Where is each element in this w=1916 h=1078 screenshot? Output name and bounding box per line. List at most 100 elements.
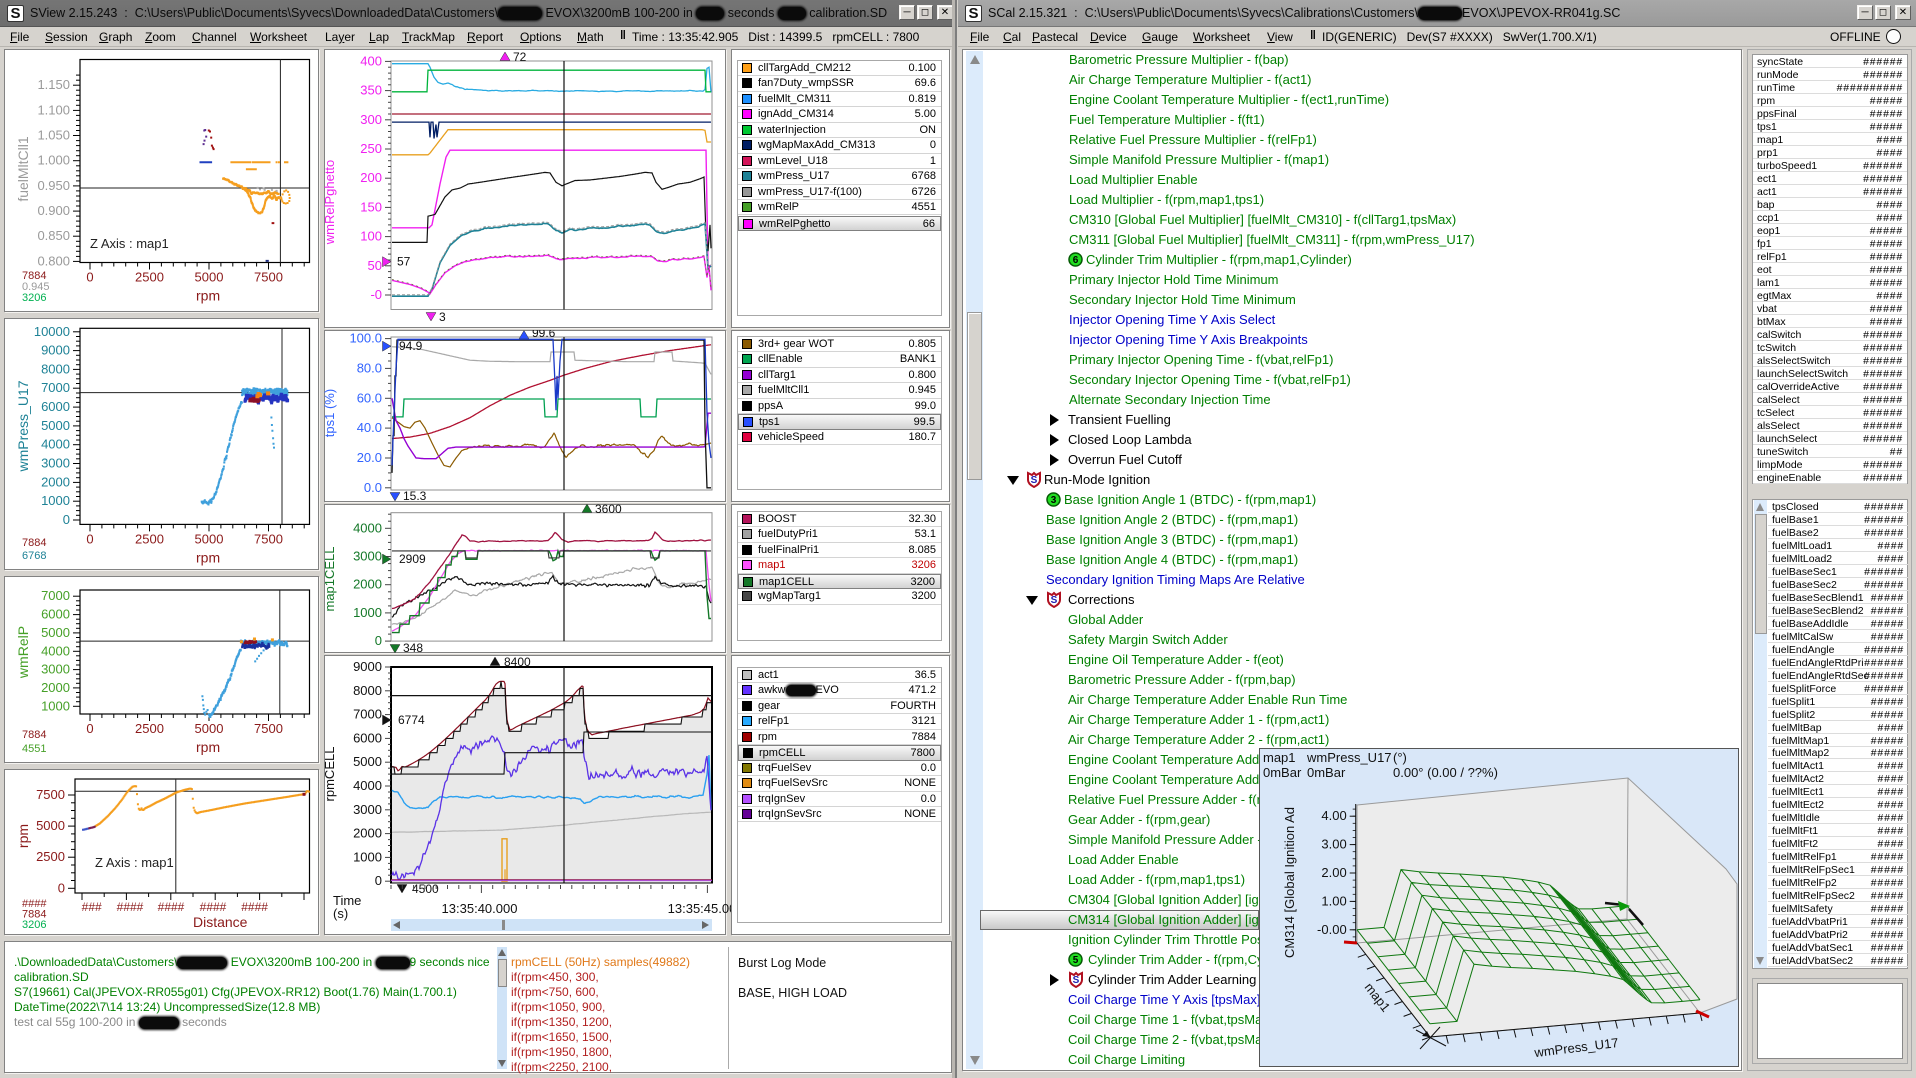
svg-text:2000: 2000 xyxy=(353,577,382,592)
svg-text:4000: 4000 xyxy=(41,437,70,452)
svg-text:3000: 3000 xyxy=(353,802,382,817)
svg-text:0mBar: 0mBar xyxy=(1307,765,1346,780)
svg-text:3: 3 xyxy=(1051,495,1057,506)
svg-text:0mBar: 0mBar xyxy=(1263,765,1302,780)
svg-text:2000: 2000 xyxy=(41,680,70,695)
svg-text:1.00: 1.00 xyxy=(1321,893,1346,908)
svg-text:7500: 7500 xyxy=(36,787,65,802)
svg-text:-0.00: -0.00 xyxy=(1317,922,1347,937)
svg-text:7500: 7500 xyxy=(254,721,283,736)
svg-text:100: 100 xyxy=(360,229,382,244)
svg-text:7884: 7884 xyxy=(22,729,46,741)
svg-text:0: 0 xyxy=(86,721,93,736)
svg-text:1.100: 1.100 xyxy=(37,102,70,117)
svg-text:map1: map1 xyxy=(1263,750,1296,765)
svg-text:10000: 10000 xyxy=(34,324,70,339)
svg-text:0.0: 0.0 xyxy=(364,480,382,495)
svg-text:rpmCELL: rpmCELL xyxy=(324,747,337,802)
svg-text:Z Axis : map1: Z Axis : map1 xyxy=(90,236,169,251)
svg-text:####: #### xyxy=(200,900,227,914)
svg-text:7000: 7000 xyxy=(353,707,382,722)
svg-text:57: 57 xyxy=(397,255,411,269)
svg-text:50: 50 xyxy=(368,258,382,273)
svg-text:8400: 8400 xyxy=(504,655,531,669)
svg-text:7500: 7500 xyxy=(254,531,283,546)
svg-text:2.00: 2.00 xyxy=(1321,865,1346,880)
svg-text:5000: 5000 xyxy=(195,270,224,285)
svg-text:wmPress_U17: wmPress_U17 xyxy=(1306,750,1392,765)
svg-text:5000: 5000 xyxy=(41,418,70,433)
svg-text:7884: 7884 xyxy=(22,537,46,549)
svg-text:200: 200 xyxy=(360,170,382,185)
svg-text:4551: 4551 xyxy=(22,743,46,755)
svg-text:6000: 6000 xyxy=(41,399,70,414)
svg-text:150: 150 xyxy=(360,199,382,214)
svg-text:5000: 5000 xyxy=(195,721,224,736)
svg-text:0: 0 xyxy=(375,633,382,648)
svg-text:3.00: 3.00 xyxy=(1321,837,1346,852)
svg-text:1.000: 1.000 xyxy=(37,153,70,168)
svg-text:94.9: 94.9 xyxy=(399,339,423,353)
svg-text:3000: 3000 xyxy=(41,662,70,677)
svg-text:3000: 3000 xyxy=(41,456,70,471)
svg-text:0.800: 0.800 xyxy=(37,253,70,268)
svg-text:3000: 3000 xyxy=(353,549,382,564)
svg-text:6: 6 xyxy=(1073,255,1079,266)
svg-text:wmRelP: wmRelP xyxy=(15,626,31,679)
svg-text:4000: 4000 xyxy=(41,643,70,658)
svg-text:rpm: rpm xyxy=(196,288,220,304)
svg-text:9000: 9000 xyxy=(41,343,70,358)
svg-text:7000: 7000 xyxy=(41,380,70,395)
svg-text:0: 0 xyxy=(86,531,93,546)
svg-text:####: #### xyxy=(158,900,185,914)
svg-text:S: S xyxy=(1051,595,1058,606)
svg-text:100.0: 100.0 xyxy=(349,331,382,346)
svg-text:7500: 7500 xyxy=(254,270,283,285)
svg-text:9000: 9000 xyxy=(353,659,382,674)
svg-text:1.150: 1.150 xyxy=(37,77,70,92)
svg-text:250: 250 xyxy=(360,141,382,156)
svg-text:4.00: 4.00 xyxy=(1321,808,1346,823)
svg-text:6768: 6768 xyxy=(22,550,46,562)
svg-text:0: 0 xyxy=(86,270,93,285)
svg-text:5000: 5000 xyxy=(195,531,224,546)
svg-text:1000: 1000 xyxy=(353,605,382,620)
svg-text:wmRelPghetto: wmRelPghetto xyxy=(324,160,337,246)
svg-text:map1: map1 xyxy=(1362,980,1394,1015)
svg-text:4500: 4500 xyxy=(412,882,439,896)
svg-text:13:35:40.000: 13:35:40.000 xyxy=(442,901,518,916)
svg-text:1.050: 1.050 xyxy=(37,128,70,143)
svg-text:wmPress_U17: wmPress_U17 xyxy=(15,380,31,472)
svg-text:7000: 7000 xyxy=(41,588,70,603)
svg-text:5000: 5000 xyxy=(36,818,65,833)
svg-text:6000: 6000 xyxy=(41,607,70,622)
svg-text:4000: 4000 xyxy=(353,520,382,535)
svg-text:0: 0 xyxy=(63,512,70,527)
svg-text:0.00° (0.00 / ??%): 0.00° (0.00 / ??%) xyxy=(1393,765,1498,780)
svg-text:3600: 3600 xyxy=(595,504,622,516)
svg-text:3206: 3206 xyxy=(22,919,46,931)
svg-text:15.3: 15.3 xyxy=(403,489,427,502)
svg-text:5000: 5000 xyxy=(41,625,70,640)
svg-text:6000: 6000 xyxy=(353,730,382,745)
svg-text:rpm: rpm xyxy=(196,739,220,755)
svg-text:S: S xyxy=(1073,975,1080,986)
svg-text:99.6: 99.6 xyxy=(532,330,556,340)
svg-text:###: ### xyxy=(82,900,102,914)
svg-text:348: 348 xyxy=(403,641,423,653)
svg-text:fuelMltCll1: fuelMltCll1 xyxy=(15,136,31,202)
svg-text:6774: 6774 xyxy=(398,713,425,727)
svg-text:0: 0 xyxy=(58,880,65,895)
svg-text:3206: 3206 xyxy=(22,292,46,304)
svg-text:0.900: 0.900 xyxy=(37,203,70,218)
svg-text:2500: 2500 xyxy=(36,849,65,864)
svg-text:1000: 1000 xyxy=(353,849,382,864)
svg-text:2909: 2909 xyxy=(399,552,426,566)
svg-text:####: #### xyxy=(241,900,268,914)
svg-text:tps1 (%): tps1 (%) xyxy=(324,389,337,437)
svg-text:1000: 1000 xyxy=(41,493,70,508)
svg-text:80.0: 80.0 xyxy=(357,360,382,375)
svg-text:rpm: rpm xyxy=(15,824,31,848)
svg-text:rpm: rpm xyxy=(196,549,220,565)
svg-text:2000: 2000 xyxy=(353,826,382,841)
